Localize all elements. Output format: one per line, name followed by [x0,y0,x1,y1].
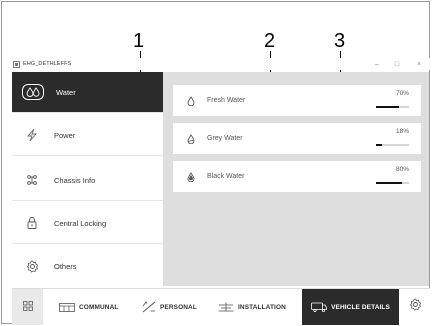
tank-level-fill [376,144,382,146]
tank-level-text: 80% [395,166,409,173]
tank-card-fresh-water[interactable]: Fresh Water 70% [173,85,421,116]
water-drop-half-icon [186,133,196,144]
sidebar-item-label: Chassis Info [54,175,96,185]
tank-level-text: 18% [395,128,409,135]
personal-icon [142,301,156,313]
chassis-icon [24,172,40,188]
lightning-icon [24,127,40,143]
sidebar-item-power[interactable]: Power [12,115,163,156]
gear-icon [24,259,40,275]
tank-level-bar [376,182,409,184]
tank-level-fill [376,106,400,108]
lock-icon [24,215,40,231]
tank-label: Fresh Water [207,97,246,104]
tab-label: COMMUNAL [79,303,119,311]
bottom-navigation: COMMUNAL PERSONAL INSTALLATION VEHICLE D… [12,288,430,325]
sidebar: Water Power Chassis Info Central Locking… [12,72,163,286]
tab-label: PERSONAL [160,303,197,311]
sidebar-item-central-locking[interactable]: Central Locking [12,203,163,244]
vehicle-icon [311,302,327,312]
settings-button[interactable] [400,289,430,325]
tank-card-black-water[interactable]: Black Water 80% [173,161,421,192]
sidebar-item-label: Power [54,130,76,140]
tab-personal[interactable]: PERSONAL [142,289,212,325]
sidebar-item-label: Water [56,87,76,97]
installation-icon [218,302,234,312]
gear-icon [409,298,422,316]
water-drops-icon [22,84,44,100]
tank-label: Grey Water [207,135,243,142]
water-drop-filled-icon [186,171,196,182]
sidebar-item-others[interactable]: Others [12,246,163,287]
sidebar-item-chassis-info[interactable]: Chassis Info [12,160,163,201]
tab-installation[interactable]: INSTALLATION [218,289,300,325]
window-title: EHG_DETHLEFFS [23,61,72,67]
app-icon [13,60,20,68]
communal-icon [59,302,75,312]
tank-label: Black Water [207,173,245,180]
grid-icon [22,298,33,316]
tab-communal[interactable]: COMMUNAL [59,289,129,325]
tab-label: INSTALLATION [238,303,286,311]
tab-label: VEHICLE DETAILS [331,303,390,311]
sidebar-item-label: Others [54,262,77,271]
tank-level-text: 70% [395,90,409,97]
window-titlebar: EHG_DETHLEFFS – □ × [12,58,430,70]
minimize-button[interactable]: – [368,58,386,70]
tank-level-bar [376,106,409,108]
tank-levels-panel: Fresh Water 70% Grey Water 18% Black Wat… [163,72,429,286]
water-drop-outline-icon [186,95,196,106]
sidebar-item-label: Central Locking [54,218,107,228]
tab-vehicle-details[interactable]: VEHICLE DETAILS [302,289,399,325]
callout-number-1: 1 [133,30,145,52]
sidebar-item-water[interactable]: Water [12,72,163,113]
close-button[interactable]: × [410,58,428,70]
home-grid-button[interactable] [12,289,43,325]
maximize-button[interactable]: □ [388,58,406,70]
tank-level-bar [376,144,409,146]
tank-level-fill [376,182,403,184]
callout-number-3: 3 [334,30,346,52]
callout-number-2: 2 [264,30,276,52]
tank-card-grey-water[interactable]: Grey Water 18% [173,123,421,154]
